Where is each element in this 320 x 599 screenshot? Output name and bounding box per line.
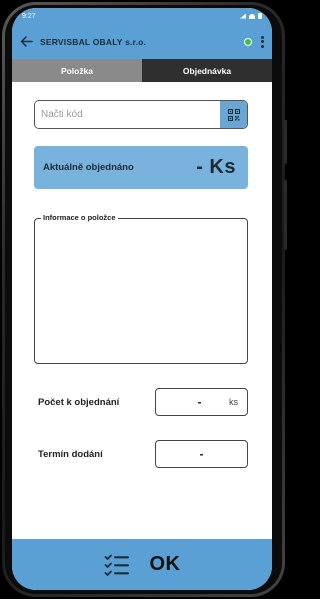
item-info-box: Informace o položce [34,213,248,364]
currently-ordered-label: Aktuálně objednáno [43,162,134,173]
item-info-legend: Informace o položce [41,213,118,222]
more-options-icon[interactable] [258,35,266,49]
code-input[interactable] [35,101,220,128]
volume-button [284,120,287,164]
qr-scan-button[interactable] [220,101,247,128]
power-button [284,180,287,250]
status-icons [240,13,262,19]
app-bar: SERVISBAL OBALY s.r.o. [12,24,272,59]
code-input-group [34,100,248,129]
status-bar: 9:27 [12,8,272,24]
app-screen: 9:27 SERVISBAL OBALY s.r.o. Položka Obje… [12,8,272,590]
app-title: SERVISBAL OBALY s.r.o. [40,36,147,47]
bottom-action-bar: OK [12,539,272,590]
delivery-date-field[interactable]: - [155,440,248,468]
ok-button[interactable]: OK [150,553,181,576]
checklist-icon[interactable] [104,554,130,576]
qr-code-icon [227,108,240,121]
order-quantity-unit: ks [229,397,238,407]
status-time: 9:27 [22,12,36,20]
order-quantity-field[interactable]: - ks [155,388,248,416]
delivery-date-value: - [199,447,204,461]
currently-ordered-value: - Ks [196,156,236,178]
item-tab-content: Aktuálně objednáno - Ks Informace o polo… [12,82,272,539]
delivery-date-label: Termín dodání [38,449,103,460]
connection-status-indicator [244,37,252,46]
tab-objednavka[interactable]: Objednávka [142,59,272,82]
order-quantity-value: - [197,395,202,409]
tab-bar: Položka Objednávka [12,59,272,82]
back-arrow-icon[interactable] [18,34,34,50]
battery-icon [258,13,262,19]
order-quantity-label: Počet k objednání [38,397,120,408]
wifi-icon [249,13,255,19]
currently-ordered-card: Aktuálně objednáno - Ks [34,146,248,189]
tab-polozka[interactable]: Položka [12,59,142,82]
signal-icon [240,13,246,19]
